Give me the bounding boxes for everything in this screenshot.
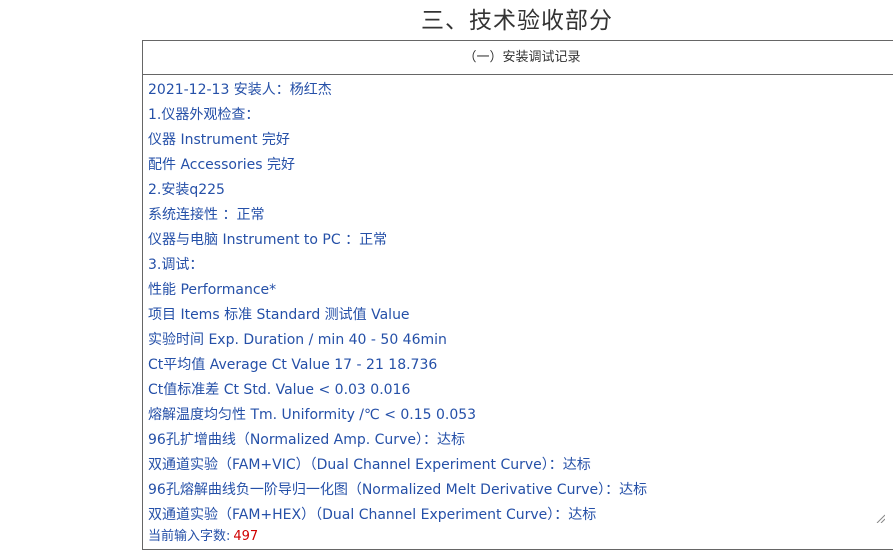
- text-line: Ct平均值 Average Ct Value 17 - 21 18.736: [148, 357, 438, 373]
- text-line: 熔解温度均匀性 Tm. Uniformity /℃ < 0.15 0.053: [148, 407, 477, 423]
- text-line: 3.调试：: [148, 257, 204, 273]
- text-line: 系统连接性 ：正常: [148, 207, 265, 223]
- char-counter: 当前输入字数: 497: [148, 526, 258, 548]
- text-line: 96孔熔解曲线负一阶导归一化图（Normalized Melt Derivati…: [148, 482, 648, 498]
- text-line: 2021-12-13 安装人：杨红杰: [148, 82, 332, 98]
- text-line: 项目 Items 标准 Standard 测试值 Value: [148, 307, 410, 323]
- text-line: 仪器 Instrument 完好: [148, 132, 290, 148]
- resize-handle-icon[interactable]: [875, 513, 885, 523]
- text-line: 双通道实验（FAM+VIC）（Dual Channel Experiment C…: [148, 457, 591, 473]
- char-counter-label: 当前输入字数:: [148, 529, 231, 544]
- install-record-panel: （一）安装调试记录 2021-12-13 安装人：杨红杰 1.仪器外观检查： 仪…: [142, 40, 893, 550]
- text-line: 2.安装q225: [148, 182, 225, 198]
- text-line: 实验时间 Exp. Duration / min 40 - 50 46min: [148, 332, 447, 348]
- char-counter-value: 497: [233, 529, 259, 544]
- text-line: 96孔扩增曲线（Normalized Amp. Curve）：达标: [148, 432, 465, 448]
- text-line: Ct值标准差 Ct Std. Value < 0.03 0.016: [148, 382, 411, 398]
- page: 三、技术验收部分 （一）安装调试记录 2021-12-13 安装人：杨红杰 1.…: [0, 0, 893, 551]
- record-textarea[interactable]: 2021-12-13 安装人：杨红杰 1.仪器外观检查： 仪器 Instrume…: [143, 75, 893, 525]
- panel-header: （一）安装调试记录: [143, 41, 893, 75]
- section-title: 三、技术验收部分: [421, 8, 613, 34]
- text-line: 仪器与电脑 Instrument to PC ：正常: [148, 232, 388, 248]
- text-line: 双通道实验（FAM+HEX）（Dual Channel Experiment C…: [148, 507, 597, 523]
- text-line: 配件 Accessories 完好: [148, 157, 295, 173]
- text-line: 1.仪器外观检查：: [148, 107, 260, 123]
- text-line: 性能 Performance*: [148, 282, 277, 298]
